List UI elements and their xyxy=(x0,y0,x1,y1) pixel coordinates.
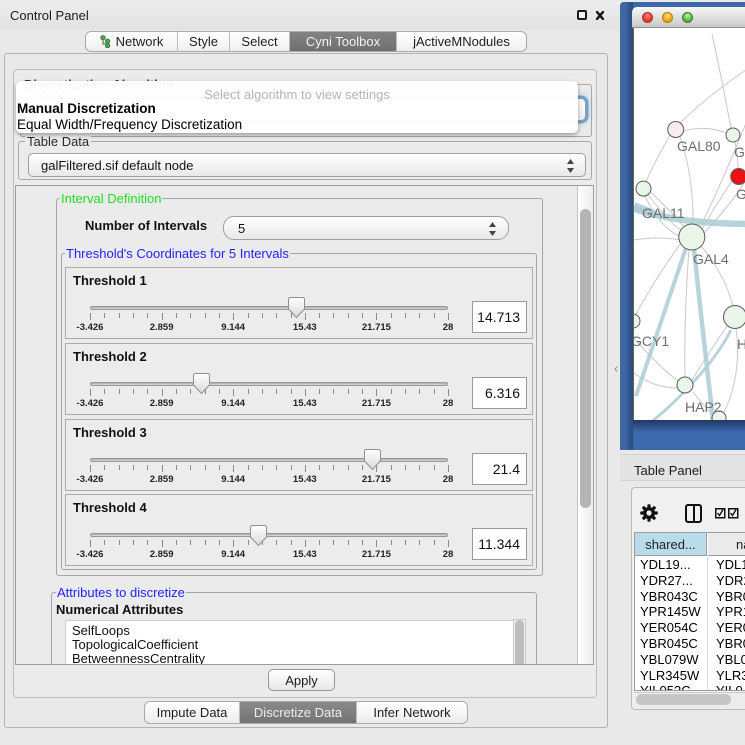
svg-text:GCY1: GCY1 xyxy=(634,333,669,349)
svg-text:GAL4: GAL4 xyxy=(693,251,729,267)
svg-text:G: G xyxy=(736,186,745,202)
svg-text:HAP2: HAP2 xyxy=(685,399,722,415)
svg-text:H: H xyxy=(737,336,745,352)
svg-text:GAL80: GAL80 xyxy=(677,138,721,154)
svg-text:GA: GA xyxy=(734,144,745,160)
svg-text:GAL11: GAL11 xyxy=(642,205,685,221)
